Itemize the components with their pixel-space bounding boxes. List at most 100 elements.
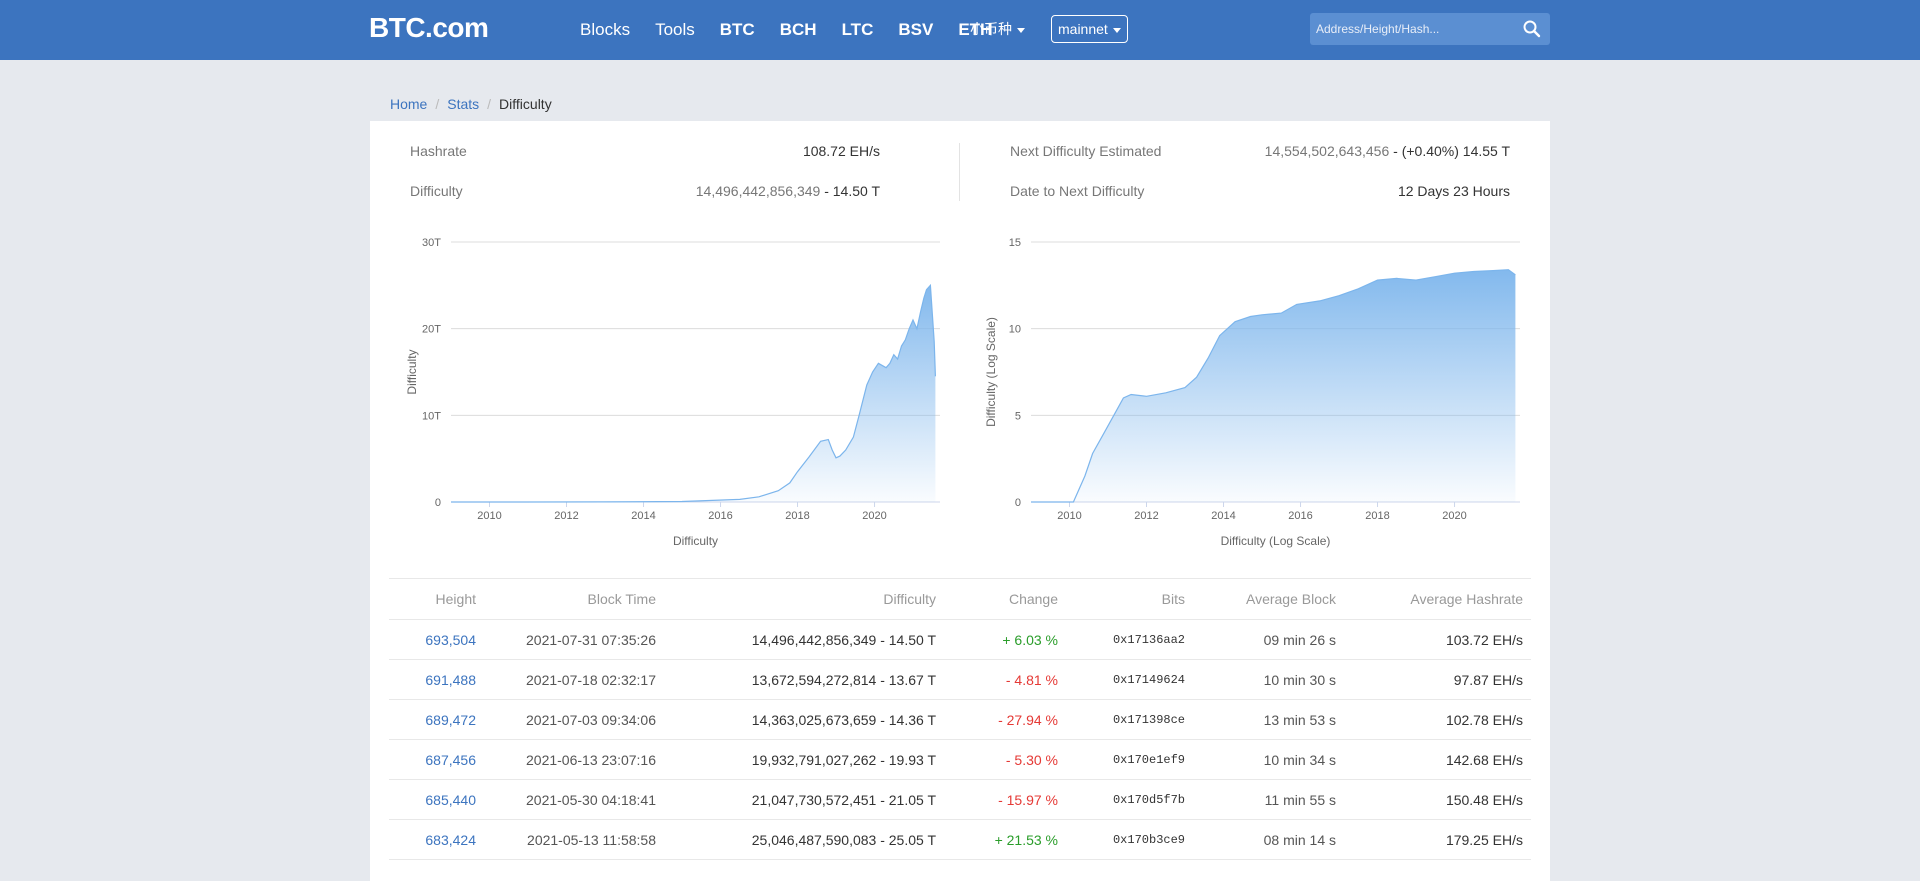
breadcrumb-stats[interactable]: Stats [447, 96, 479, 112]
network-dropdown[interactable]: mainnet [1051, 15, 1128, 43]
search-input[interactable] [1310, 13, 1515, 45]
x-tick-label: 2018 [785, 510, 809, 522]
cell-average-block: 09 min 26 s [1193, 619, 1344, 660]
x-tick-label: 2014 [1211, 510, 1235, 522]
cell-average-hashrate: 103.72 EH/s [1344, 619, 1531, 660]
next-difficulty-value: 14,554,502,643,456 - (+0.40%) 14.55 T [1265, 143, 1510, 159]
breadcrumb: Home / Stats / Difficulty [390, 96, 552, 112]
y-tick-label: 30T [422, 237, 441, 249]
top-navbar: BTC.com Blocks Tools BTC BCH LTC BSV ETH… [0, 0, 1920, 60]
y-tick-label: 5 [1015, 410, 1021, 422]
col-block-time: Block Time [484, 578, 664, 620]
x-tick-label: 2016 [708, 510, 732, 522]
breadcrumb-separator: / [487, 96, 492, 112]
cell-difficulty-value: 14,363,025,673,659 - 14.36 T [664, 699, 944, 740]
cell-average-hashrate: 102.78 EH/s [1344, 699, 1531, 740]
block-height-link[interactable]: 689,472 [425, 712, 476, 728]
col-change: Change [944, 578, 1066, 620]
cell-average-block: 08 min 14 s [1193, 819, 1344, 860]
next-difficulty-short: - (+0.40%) 14.55 T [1389, 143, 1510, 159]
nav-ltc[interactable]: LTC [842, 20, 874, 40]
cell-block-height-link: 691,488 [389, 659, 484, 700]
table-row: 693,504 2021-07-31 07:35:26 14,496,442,856… [389, 619, 1531, 660]
table-row: 683,424 2021-05-13 11:58:58 25,046,487,590… [389, 819, 1531, 860]
stats-divider [959, 143, 960, 201]
x-axis-title: Difficulty (Log Scale) [1221, 534, 1331, 548]
nav-btc[interactable]: BTC [720, 20, 755, 40]
cell-difficulty-value: 25,046,487,590,083 - 25.05 T [664, 819, 944, 860]
cell-average-block: 10 min 34 s [1193, 739, 1344, 780]
x-tick-label: 2010 [477, 510, 501, 522]
table-body: 693,504 2021-07-31 07:35:26 14,496,442,856… [389, 619, 1531, 860]
table-row: 689,472 2021-07-03 09:34:06 14,363,025,673… [389, 699, 1531, 740]
cell-block-time: 2021-05-13 11:58:58 [484, 819, 664, 860]
chevron-down-icon [1112, 27, 1121, 33]
series-area [1031, 269, 1516, 502]
block-height-link[interactable]: 693,504 [425, 632, 476, 648]
cell-bits-value: 0x170e1ef9 [1066, 739, 1193, 780]
main-nav: Blocks Tools BTC BCH LTC BSV ETH [580, 0, 1017, 60]
coin-dropdown[interactable]: 小币种 [970, 19, 1025, 39]
col-height: Height [389, 578, 484, 620]
block-height-link[interactable]: 691,488 [425, 672, 476, 688]
col-average-hashrate: Average Hashrate [1344, 578, 1531, 620]
x-tick-label: 2010 [1057, 510, 1081, 522]
nav-bch[interactable]: BCH [780, 20, 817, 40]
chevron-down-icon [1017, 27, 1025, 33]
next-date-label: Date to Next Difficulty [1010, 183, 1145, 199]
difficulty-chart: 0 10T 20T 30T 2010 2012 2014 2016 2018 2020 Diffic… [405, 237, 940, 548]
site-logo[interactable]: BTC.com [369, 12, 489, 44]
x-tick-label: 2012 [1134, 510, 1158, 522]
cell-difficulty-value: 19,932,791,027,262 - 19.93 T [664, 739, 944, 780]
table-row: 691,488 2021-07-18 02:32:17 13,672,594,272… [389, 659, 1531, 700]
next-date-value: 12 Days 23 Hours [1397, 183, 1510, 199]
nav-bsv[interactable]: BSV [898, 20, 933, 40]
cell-change-value: - 15.97 % [944, 779, 1066, 820]
cell-block-height-link: 687,456 [389, 739, 484, 780]
table-row: 685,440 2021-05-30 04:18:41 21,047,730,572… [389, 779, 1531, 820]
difficulty-value: 14,496,442,856,349 - 14.50 T [696, 183, 880, 199]
cell-average-block: 13 min 53 s [1193, 699, 1344, 740]
cell-bits-value: 0x17149624 [1066, 659, 1193, 700]
coin-dropdown-label: 小币种 [970, 21, 1012, 37]
cell-block-height-link: 689,472 [389, 699, 484, 740]
cell-change-value: + 6.03 % [944, 619, 1066, 660]
cell-average-hashrate: 179.25 EH/s [1344, 819, 1531, 860]
cell-difficulty-value: 13,672,594,272,814 - 13.67 T [664, 659, 944, 700]
nav-tools[interactable]: Tools [655, 20, 695, 40]
cell-average-hashrate: 97.87 EH/s [1344, 659, 1531, 700]
y-tick-label: 0 [435, 497, 441, 509]
breadcrumb-home[interactable]: Home [390, 96, 427, 112]
block-height-link[interactable]: 685,440 [425, 792, 476, 808]
x-tick-label: 2018 [1365, 510, 1389, 522]
difficulty-short: - 14.50 T [820, 183, 880, 199]
y-tick-label: 10T [422, 410, 441, 422]
cell-block-time: 2021-06-13 23:07:16 [484, 739, 664, 780]
y-tick-label: 0 [1015, 497, 1021, 509]
block-height-link[interactable]: 687,456 [425, 752, 476, 768]
cell-average-block: 10 min 30 s [1193, 659, 1344, 700]
cell-change-value: - 4.81 % [944, 659, 1066, 700]
x-tick-label: 2020 [1442, 510, 1466, 522]
y-tick-label: 15 [1009, 237, 1021, 249]
col-difficulty: Difficulty [664, 578, 944, 620]
cell-block-time: 2021-05-30 04:18:41 [484, 779, 664, 820]
search-icon[interactable] [1522, 19, 1542, 39]
x-tick-label: 2020 [862, 510, 886, 522]
difficulty-raw: 14,496,442,856,349 [695, 183, 821, 199]
cell-average-hashrate: 150.48 EH/s [1344, 779, 1531, 820]
y-tick-label: 20T [422, 324, 441, 336]
cell-change-value: - 5.30 % [944, 739, 1066, 780]
nav-blocks[interactable]: Blocks [580, 20, 630, 40]
next-difficulty-label: Next Difficulty Estimated [1010, 143, 1162, 159]
cell-average-block: 11 min 55 s [1193, 779, 1344, 820]
cell-block-height-link: 685,440 [389, 779, 484, 820]
col-bits: Bits [1066, 578, 1193, 620]
hashrate-label: Hashrate [410, 143, 467, 159]
block-height-link[interactable]: 683,424 [425, 832, 476, 848]
x-tick-label: 2014 [631, 510, 655, 522]
cell-change-value: + 21.53 % [944, 819, 1066, 860]
cell-bits-value: 0x170d5f7b [1066, 779, 1193, 820]
table-header-row: Height Block Time Difficulty Change Bits… [389, 578, 1531, 620]
x-tick-label: 2012 [554, 510, 578, 522]
